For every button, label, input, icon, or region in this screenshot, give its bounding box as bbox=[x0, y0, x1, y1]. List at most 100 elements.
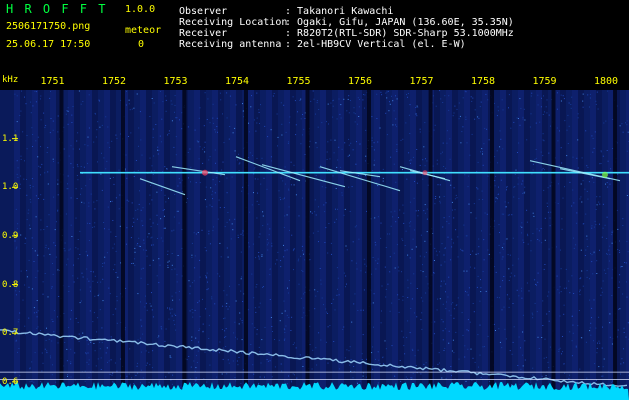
noise-band bbox=[524, 90, 530, 394]
noise-band bbox=[152, 90, 158, 394]
noise-band bbox=[266, 90, 272, 394]
noise-band bbox=[38, 90, 44, 394]
info-receiver-value: : R820T2(RTL-SDR) SDR-Sharp 53.1000MHz bbox=[285, 28, 514, 39]
x-tick-label: 1754 bbox=[225, 76, 250, 87]
noise-band bbox=[236, 90, 242, 394]
x-axis-ticks: 1751 1752 1753 1754 1755 1756 1757 1758 1759 1800 bbox=[0, 76, 629, 90]
app-version: 1.0.0 bbox=[125, 4, 156, 15]
info-antenna-label: Receiving antenna bbox=[179, 39, 282, 50]
x-tick-label: 1758 bbox=[471, 76, 496, 87]
noise-band bbox=[590, 90, 596, 394]
info-observer-label: Observer bbox=[179, 6, 228, 17]
noise-band bbox=[248, 90, 254, 394]
noise-band bbox=[494, 90, 500, 394]
y-tick-label: 0.7 bbox=[2, 328, 19, 339]
info-location-value: : Ogaki, Gifu, JAPAN (136.60E, 35.35N) bbox=[285, 17, 514, 28]
noise-band bbox=[32, 90, 38, 394]
noise-band bbox=[200, 90, 206, 394]
noise-band bbox=[434, 90, 440, 394]
x-tick-label: 1756 bbox=[348, 76, 373, 87]
noise-band bbox=[254, 90, 260, 394]
timestamp: 25.06.17 17:50 bbox=[6, 39, 91, 50]
noise-band bbox=[500, 90, 506, 394]
minute-separator bbox=[613, 90, 617, 394]
noise-band bbox=[224, 90, 230, 394]
noise-band bbox=[572, 90, 578, 394]
noise-band bbox=[326, 90, 332, 394]
noise-band bbox=[578, 90, 584, 394]
noise-band bbox=[206, 90, 212, 394]
y-tick-label: 0.8 bbox=[2, 279, 19, 290]
noise-band bbox=[290, 90, 296, 394]
meteor-head bbox=[202, 169, 208, 176]
noise-band bbox=[86, 90, 92, 394]
x-tick-label: 1759 bbox=[532, 76, 557, 87]
noise-band bbox=[44, 90, 50, 394]
minute-separator bbox=[305, 90, 310, 394]
noise-band bbox=[452, 90, 458, 394]
noise-band bbox=[392, 90, 398, 394]
noise-band bbox=[98, 90, 104, 394]
y-tick-label: 1.1 bbox=[2, 133, 19, 144]
noise-band bbox=[560, 90, 566, 394]
minute-separator bbox=[490, 90, 494, 394]
minute-separator bbox=[367, 90, 371, 394]
minute-separator bbox=[244, 90, 248, 394]
noise-band bbox=[398, 90, 404, 394]
noise-band bbox=[332, 90, 338, 394]
noise-band bbox=[344, 90, 350, 394]
noise-band bbox=[584, 90, 590, 394]
noise-band bbox=[212, 90, 218, 394]
x-tick-label: 1753 bbox=[163, 76, 188, 87]
noise-band bbox=[278, 90, 284, 394]
file-name: 2506171750.png bbox=[6, 21, 91, 32]
noise-band bbox=[530, 90, 536, 394]
info-observer-value: : Takanori Kawachi bbox=[285, 6, 394, 17]
minute-separator bbox=[551, 90, 556, 394]
noise-band bbox=[284, 90, 290, 394]
noise-band bbox=[92, 90, 98, 394]
noise-band bbox=[314, 90, 320, 394]
noise-band bbox=[356, 90, 362, 394]
noise-band bbox=[140, 90, 146, 394]
noise-band bbox=[422, 90, 428, 394]
y-tick-label: 0.6 bbox=[2, 376, 19, 387]
noise-band bbox=[470, 90, 476, 394]
noise-band bbox=[602, 90, 608, 394]
hrofft-window: H R O F F T 1.0.0 2506171750.png meteor … bbox=[0, 0, 629, 400]
noise-band bbox=[134, 90, 140, 394]
noise-band bbox=[74, 90, 80, 394]
noise-band bbox=[20, 90, 26, 394]
noise-band bbox=[404, 90, 410, 394]
noise-band bbox=[542, 90, 548, 394]
y-tick-label: 0.9 bbox=[2, 230, 19, 241]
noise-band bbox=[260, 90, 266, 394]
x-tick-label: 1755 bbox=[286, 76, 311, 87]
x-tick-label: 1800 bbox=[594, 76, 619, 87]
meteor-count: 0 bbox=[138, 39, 145, 50]
noise-band bbox=[506, 90, 512, 394]
noise-band bbox=[464, 90, 470, 394]
minute-separator bbox=[59, 90, 64, 394]
minute-separator bbox=[121, 90, 125, 394]
noise-band bbox=[164, 90, 170, 394]
noise-band bbox=[512, 90, 518, 394]
noise-band bbox=[146, 90, 152, 394]
app-title: H R O F F T bbox=[6, 2, 108, 16]
x-tick-label: 1757 bbox=[409, 76, 434, 87]
noise-band bbox=[176, 90, 182, 394]
noise-band bbox=[458, 90, 464, 394]
noise-band bbox=[170, 90, 176, 394]
noise-band bbox=[158, 90, 164, 394]
noise-band bbox=[482, 90, 488, 394]
noise-band bbox=[410, 90, 416, 394]
noise-band bbox=[128, 90, 134, 394]
info-location-label: Receiving Location bbox=[179, 17, 288, 28]
noise-band bbox=[230, 90, 236, 394]
noise-band bbox=[50, 90, 56, 394]
meteor-head bbox=[602, 171, 608, 178]
x-tick-label: 1751 bbox=[40, 76, 65, 87]
noise-band bbox=[416, 90, 422, 394]
noise-band bbox=[272, 90, 278, 394]
noise-band bbox=[110, 90, 116, 394]
